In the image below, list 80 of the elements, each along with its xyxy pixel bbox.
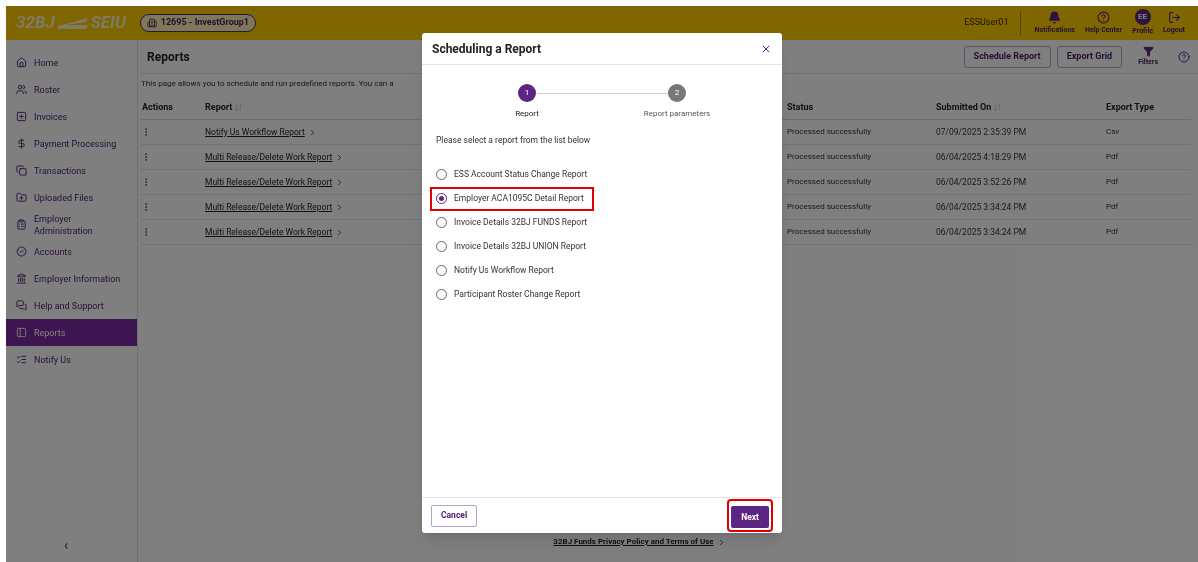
column-header: Status	[787, 100, 814, 114]
report-option[interactable]: Participant Roster Change Report	[430, 282, 591, 307]
sidebar-item[interactable]: Transactions	[6, 157, 137, 184]
badge-icon	[16, 246, 27, 257]
date-cell-text: 06/04/2025 3:52:26 PM	[936, 175, 1028, 189]
next-button[interactable]: Next	[731, 506, 769, 529]
column-header: Actions	[142, 100, 173, 114]
group-chip[interactable]: 12695 - InvestGroup1	[139, 14, 256, 32]
status-cell-text: Processed successfully	[787, 201, 872, 213]
checklist-icon	[16, 354, 27, 365]
step-number: 1	[518, 84, 536, 102]
step-number: 2	[668, 84, 686, 102]
help-icon	[1097, 10, 1111, 24]
people-icon	[16, 84, 27, 95]
cancel-button[interactable]: Cancel	[431, 504, 478, 527]
avatar: EE	[1134, 9, 1151, 26]
sidebar-item[interactable]: Home	[6, 49, 137, 76]
status-cell-text: Processed successfully	[787, 126, 872, 138]
report-option[interactable]: ESS Account Status Change Report	[430, 162, 598, 187]
report-link[interactable]: Multi Release/Delete Work Report	[205, 200, 333, 214]
sidebar-item[interactable]: Employer Administration	[6, 211, 137, 238]
column-header[interactable]: Report	[205, 100, 244, 115]
date-cell-text: 06/04/2025 3:34:24 PM	[936, 200, 1028, 214]
dollar-icon	[16, 138, 27, 149]
clipboard-icon	[16, 219, 27, 230]
privacy-link[interactable]: 32BJ Funds Privacy Policy and Terms of Use	[553, 536, 726, 548]
report-link[interactable]: Multi Release/Delete Work Report	[205, 175, 333, 189]
logout-icon	[1167, 10, 1181, 24]
export-type-cell-text: Pdf	[1106, 226, 1120, 238]
chat-icon	[16, 300, 27, 311]
sidebar-item[interactable]: Payment Processing	[6, 130, 137, 157]
date-cell-text: 07/09/2025 2:35:39 PM	[936, 125, 1028, 139]
plus-square-icon	[16, 111, 27, 122]
status-cell-text: Processed successfully	[787, 151, 872, 163]
report-link[interactable]: Multi Release/Delete Work Report	[205, 225, 333, 239]
report-option[interactable]: Notify Us Workflow Report	[430, 258, 564, 283]
dialog-title: Scheduling a Report	[432, 40, 542, 58]
filter-icon	[1142, 45, 1154, 57]
sidebar-item[interactable]: Reports	[6, 319, 137, 346]
toolbar-button[interactable]: Schedule Report	[963, 45, 1051, 68]
date-cell-text: 06/04/2025 3:34:24 PM	[936, 225, 1028, 239]
export-type-cell-text: Pdf	[1106, 201, 1120, 213]
collapse-button[interactable]: ‹	[64, 535, 69, 556]
report-link[interactable]: Multi Release/Delete Work Report	[205, 150, 333, 164]
status-cell-text: Processed successfully	[787, 176, 872, 188]
sidebar-item[interactable]: Roster	[6, 76, 137, 103]
sidebar-item[interactable]: Accounts	[6, 238, 137, 265]
logo-swoosh-icon	[57, 16, 88, 30]
user-name: ESSUser01	[964, 11, 1022, 35]
report-option[interactable]: Invoice Details 32BJ FUNDS Report	[430, 210, 598, 235]
folder-plus-icon	[16, 192, 27, 203]
sidebar-item[interactable]: Employer Information	[6, 265, 137, 292]
report-link[interactable]: Notify Us Workflow Report	[205, 125, 305, 139]
export-type-cell-text: Pdf	[1106, 176, 1120, 188]
column-header[interactable]: Submitted On	[936, 100, 1003, 115]
panel-icon	[16, 327, 27, 338]
toolbar-button[interactable]: Export Grid	[1056, 45, 1123, 68]
help-icon[interactable]	[1178, 50, 1190, 63]
building-icon	[146, 18, 157, 28]
page-description: This page allows you to schedule and run predefined reports. You can a	[141, 78, 395, 90]
status-cell-text: Processed successfully	[787, 226, 872, 238]
step-label: Report	[515, 108, 539, 120]
copy-icon	[16, 165, 27, 176]
instruction-text: Please select a report from the list below	[436, 134, 592, 147]
logo: 32BJ SEIU	[16, 11, 126, 35]
column-header: Export Type	[1106, 100, 1155, 114]
bank-icon	[16, 273, 27, 284]
report-option[interactable]: Invoice Details 32BJ UNION Report	[430, 234, 596, 259]
sidebar-item[interactable]: Help and Support	[6, 292, 137, 319]
date-cell-text: 06/04/2025 4:18:29 PM	[936, 150, 1028, 164]
report-option[interactable]: Employer ACA1095C Detail Report	[430, 186, 594, 211]
export-type-cell-text: Csv	[1106, 126, 1121, 138]
bell-icon	[1048, 10, 1062, 24]
step-label: Report parameters	[643, 108, 711, 120]
sidebar-item[interactable]: Uploaded Files	[6, 184, 137, 211]
sidebar-item[interactable]: Invoices	[6, 103, 137, 130]
sidebar-item[interactable]: Notify Us	[6, 346, 137, 373]
house-icon	[16, 57, 27, 68]
page-title: Reports	[147, 48, 190, 66]
export-type-cell-text: Pdf	[1106, 151, 1120, 163]
